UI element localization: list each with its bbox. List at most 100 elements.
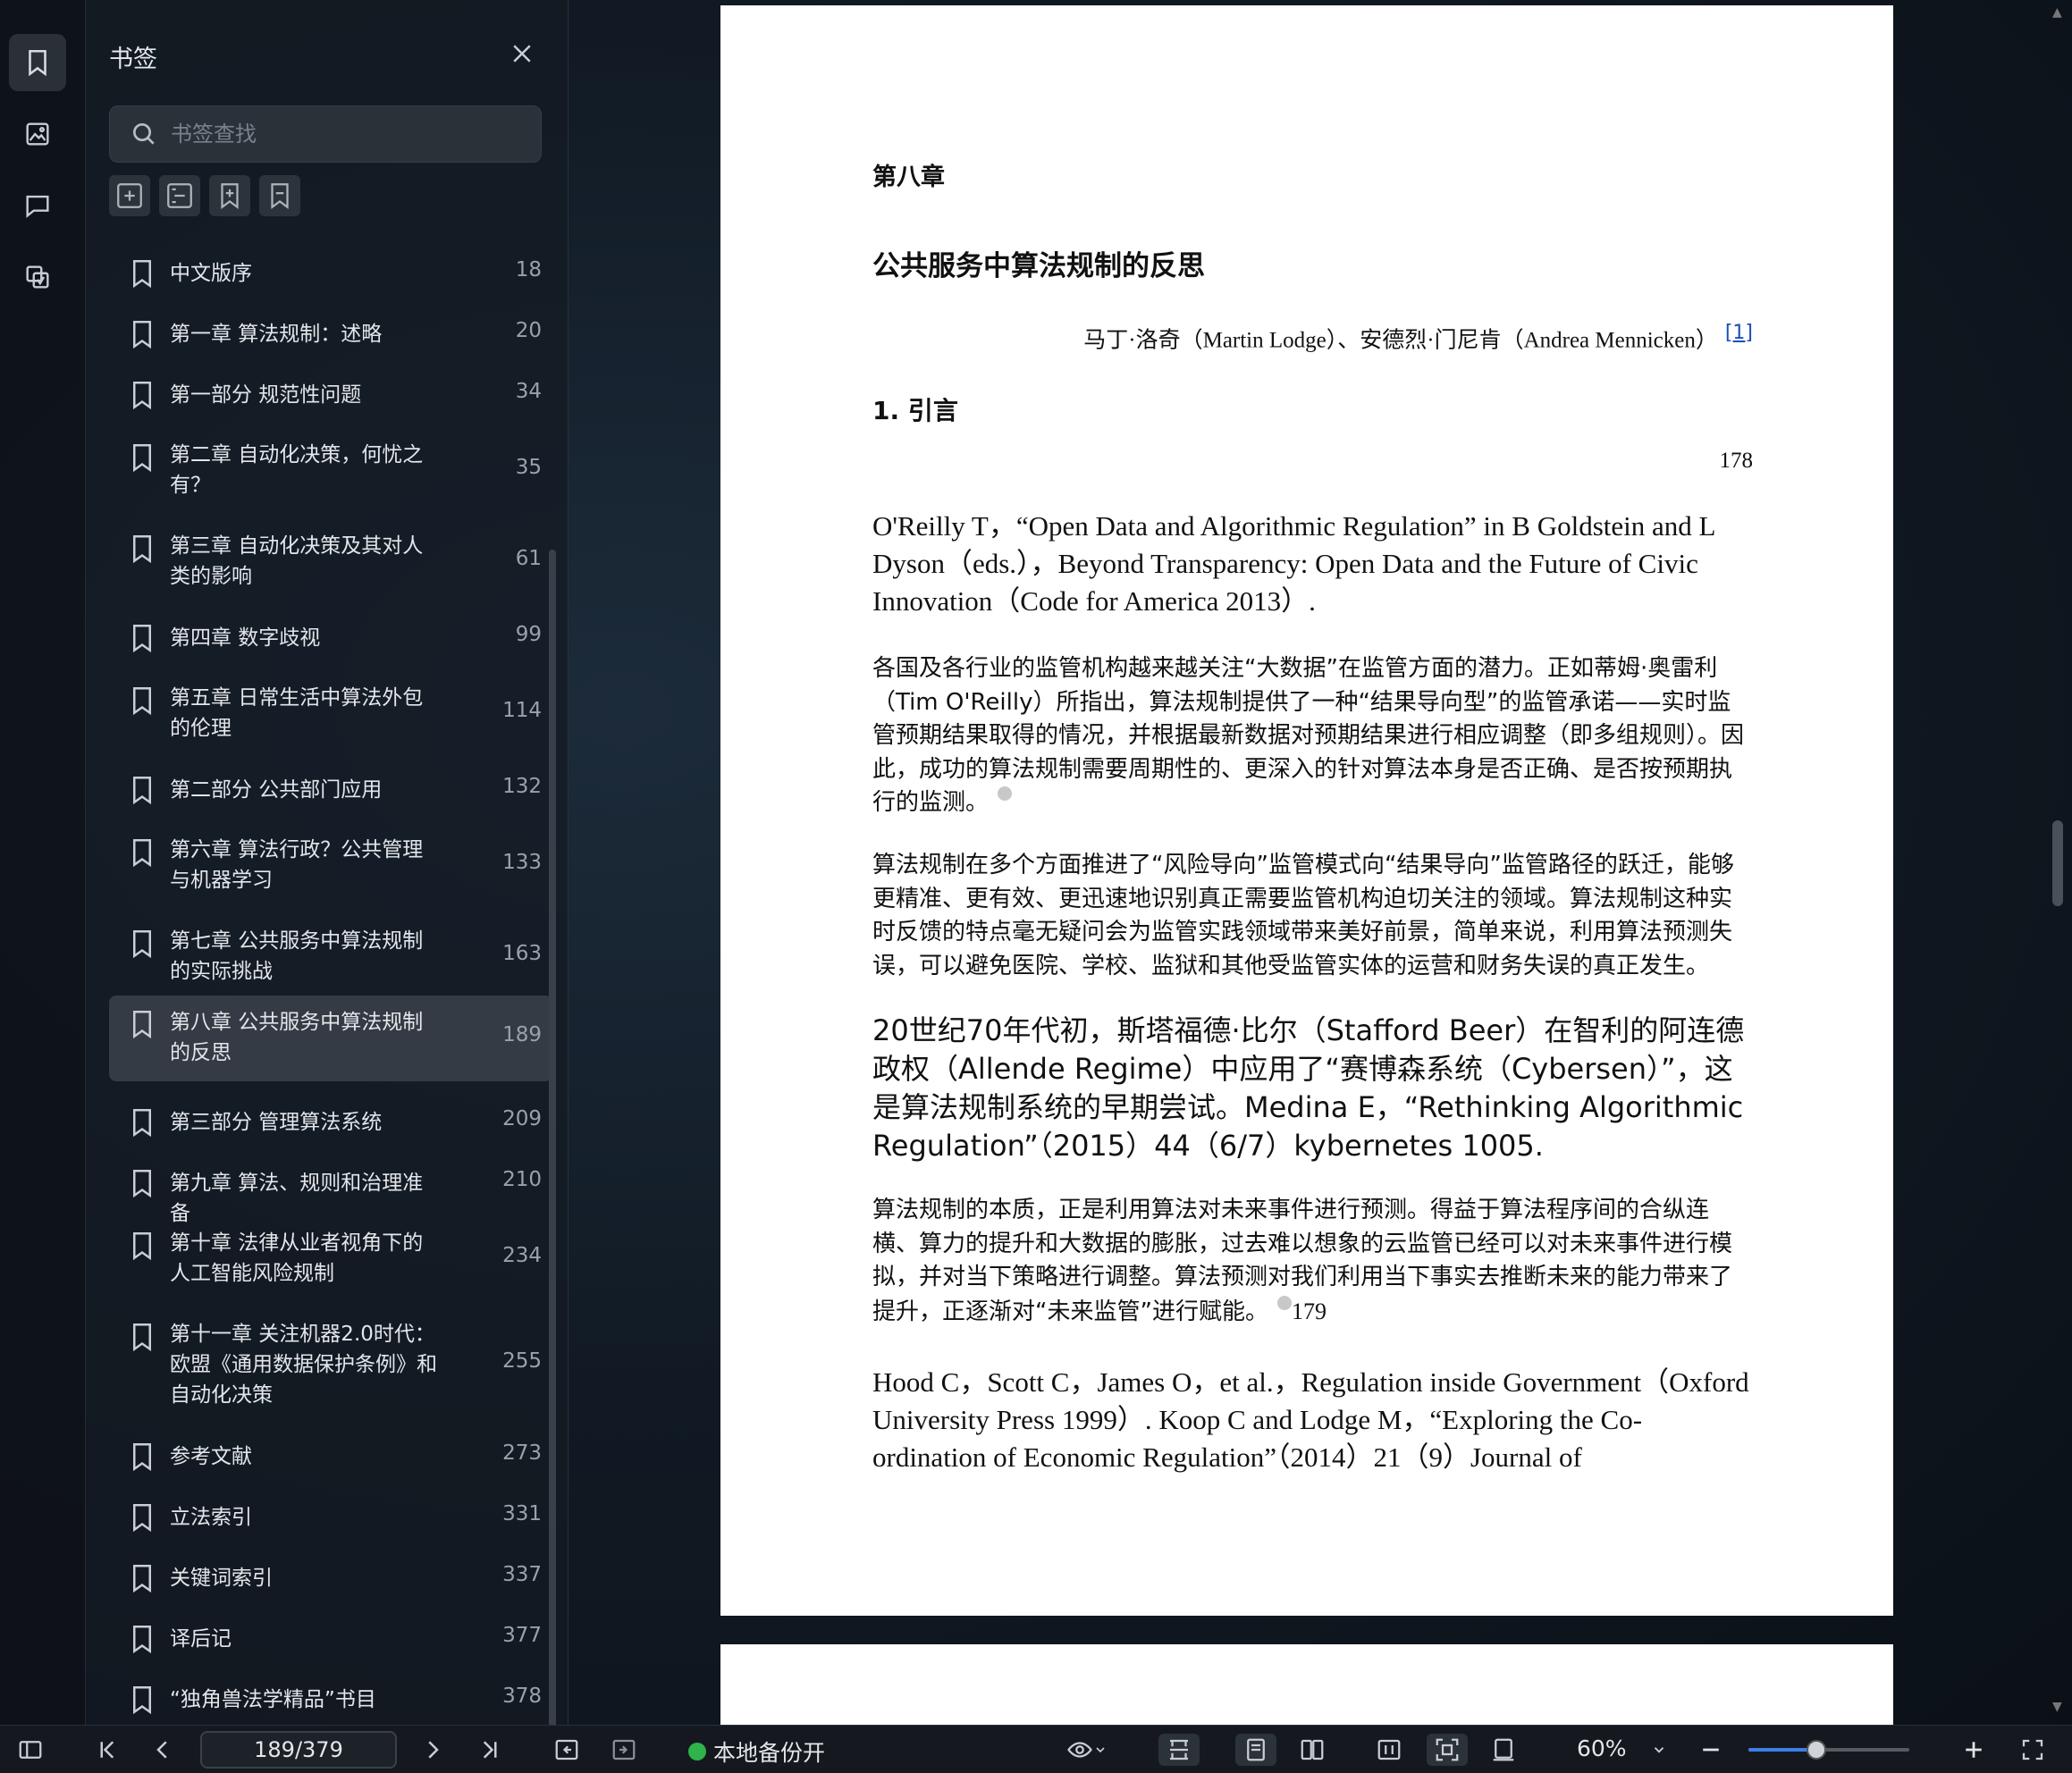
fit-page-button[interactable] [1427, 1734, 1468, 1766]
bookmark-panel-scrollbar[interactable] [549, 550, 556, 1729]
backup-label: 本地备份开 [713, 1740, 826, 1766]
bookmark-item[interactable]: 第二部分 公共部门应用 132 [109, 765, 552, 815]
zoom-dropdown-button[interactable] [1648, 1734, 1670, 1766]
bookmark-icon [133, 1109, 151, 1138]
close-panel-button[interactable] [506, 38, 538, 70]
forward-icon [612, 1739, 636, 1760]
bookmark-icon [29, 49, 46, 77]
bookmark-search-input[interactable] [171, 122, 528, 147]
bookmark-label: 关键词索引 [170, 1567, 273, 1590]
footnote-marker-icon[interactable] [998, 786, 1013, 802]
bookmark-item[interactable]: 第三部分 管理算法系统 209 [109, 1097, 552, 1147]
local-backup-toggle[interactable]: 本地备份开 [688, 1735, 825, 1768]
double-page-button[interactable] [1296, 1734, 1328, 1766]
single-page-button[interactable] [1235, 1734, 1276, 1766]
zoom-slider[interactable] [1748, 1740, 1909, 1760]
bookmark-page: 114 [502, 699, 542, 722]
back-button[interactable] [551, 1734, 583, 1766]
bookmark-item[interactable]: 第七章 公共服务中算法规制的实际挑战 163 [109, 917, 552, 997]
zoom-slider-handle[interactable] [1807, 1740, 1826, 1760]
chevron-left-icon [156, 1741, 167, 1759]
bookmark-page: 210 [502, 1168, 542, 1191]
reference-paragraph: Hood C，Scott C，James O，et al.，Regulation… [872, 1366, 1749, 1473]
bookmark-label: 第五章 日常生活中算法外包的伦理 [170, 686, 424, 740]
bookmark-item[interactable]: 中文版序 18 [109, 248, 552, 298]
attachment-tab-button[interactable] [9, 248, 66, 306]
scroll-down-icon[interactable]: ▼ [2052, 1700, 2062, 1714]
bookmark-item[interactable]: 第五章 日常生活中算法外包的伦理 114 [109, 674, 552, 754]
image-icon [26, 122, 49, 146]
zoom-level[interactable]: 60% [1577, 1735, 1627, 1761]
document-scrollbar-thumb[interactable] [2052, 820, 2063, 906]
rotate-view-button[interactable] [1487, 1734, 1520, 1766]
document-page: 第八章 公共服务中算法规制的反思 马丁·洛奇（Martin Lodge）、安德烈… [720, 5, 1893, 1616]
zoom-in-button[interactable] [1958, 1734, 1990, 1766]
bookmark-item-selected[interactable]: 第八章 公共服务中算法规制的反思 189 [109, 996, 552, 1081]
fit-page-icon [1436, 1738, 1459, 1761]
collapse-all-button[interactable] [159, 175, 200, 216]
bookmark-item[interactable]: 第一章 算法规制：述略 20 [109, 309, 552, 359]
thumbnail-tab-button[interactable] [9, 105, 66, 163]
toggle-sidebar-button[interactable] [14, 1734, 46, 1766]
double-page-icon [1301, 1739, 1324, 1760]
fullscreen-icon [2022, 1739, 2043, 1760]
bookmark-label: 第六章 算法行政？公共管理与机器学习 [170, 838, 424, 892]
next-document-page [720, 1644, 1893, 1734]
fullscreen-button[interactable] [2017, 1734, 2049, 1766]
bookmark-item[interactable]: 关键词索引 337 [109, 1553, 552, 1603]
side-rail [0, 0, 86, 1725]
bookmark-item[interactable]: 第三章 自动化决策及其对人类的影响 61 [109, 522, 552, 602]
footnote-marker-icon[interactable] [1276, 1295, 1292, 1310]
bookmark-icon [133, 777, 151, 805]
bookmark-page: 378 [502, 1685, 542, 1708]
bookmark-label: 第二章 自动化决策，何忧之有？ [170, 443, 424, 497]
bookmark-item[interactable]: “独角兽法学精品”书目 378 [109, 1675, 552, 1725]
bookmark-item[interactable]: 立法索引 331 [109, 1492, 552, 1542]
comment-tab-button[interactable] [9, 177, 66, 234]
author-line: 马丁·洛奇（Martin Lodge）、安德烈·门尼肯（Andrea Menni… [872, 322, 1753, 354]
bookmark-item[interactable]: 第六章 算法行政？公共管理与机器学习 133 [109, 826, 552, 906]
page-number-input[interactable] [200, 1731, 397, 1769]
bookmark-item[interactable]: 译后记 377 [109, 1614, 552, 1664]
previous-page-button[interactable] [147, 1734, 179, 1766]
last-page-button[interactable] [474, 1734, 506, 1766]
bookmark-item[interactable]: 第二章 自动化决策，何忧之有？ 35 [109, 431, 552, 511]
eye-protection-dropdown[interactable] [1060, 1734, 1114, 1766]
remove-bookmark-button[interactable] [259, 175, 300, 216]
bookmark-label: 第三章 自动化决策及其对人类的影响 [170, 534, 424, 588]
fit-width-button[interactable] [1373, 1734, 1405, 1766]
bookmark-item[interactable]: 第四章 数字歧视 99 [109, 613, 552, 663]
bookmark-label: 第七章 公共服务中算法规制的实际挑战 [170, 929, 424, 983]
zoom-out-button[interactable] [1695, 1734, 1727, 1766]
bookmark-item[interactable]: 第十章 法律从业者视角下的人工智能风险规制 234 [109, 1219, 552, 1299]
bookmark-icon [133, 260, 151, 289]
add-bookmark-icon [221, 183, 239, 210]
bookmark-search-box[interactable] [109, 105, 542, 163]
bookmark-icon [133, 1232, 151, 1261]
bookmark-icon [133, 1011, 151, 1039]
bookmark-icon [133, 321, 151, 349]
split-icon [1170, 1739, 1188, 1760]
bookmark-item[interactable]: 第九章 算法、规则和治理准备 210 [109, 1158, 552, 1225]
bookmark-icon [133, 535, 151, 564]
first-page-button[interactable] [91, 1734, 123, 1766]
bookmark-label: 第二部分 公共部门应用 [170, 778, 383, 802]
next-page-button[interactable] [417, 1734, 449, 1766]
split-view-button[interactable] [1158, 1734, 1200, 1766]
bookmark-item[interactable]: 第一部分 规范性问题 34 [109, 370, 552, 420]
author-footnote-link[interactable]: [1] [1725, 322, 1753, 344]
bookmark-label: 第十章 法律从业者视角下的人工智能风险规制 [170, 1231, 424, 1285]
add-bookmark-button[interactable] [209, 175, 250, 216]
bookmark-item[interactable]: 第十一章 关注机器2.0时代：欧盟《通用数据保护条例》和自动化决策 255 [109, 1310, 552, 1421]
bookmark-icon [133, 1170, 151, 1198]
bookmark-label: 第一部分 规范性问题 [170, 383, 362, 407]
scroll-up-icon[interactable]: ▲ [2052, 5, 2062, 20]
collapse-all-icon [167, 183, 192, 208]
forward-button[interactable] [608, 1734, 640, 1766]
bookmark-item[interactable]: 参考文献 273 [109, 1432, 552, 1482]
reference-paragraph: O'Reilly T，“Open Data and Algorithmic Re… [872, 510, 1715, 617]
bookmark-page: 133 [502, 851, 542, 874]
status-dot-icon [688, 1743, 706, 1760]
bookmark-tab-button[interactable] [9, 34, 66, 91]
expand-all-button[interactable] [109, 175, 150, 216]
